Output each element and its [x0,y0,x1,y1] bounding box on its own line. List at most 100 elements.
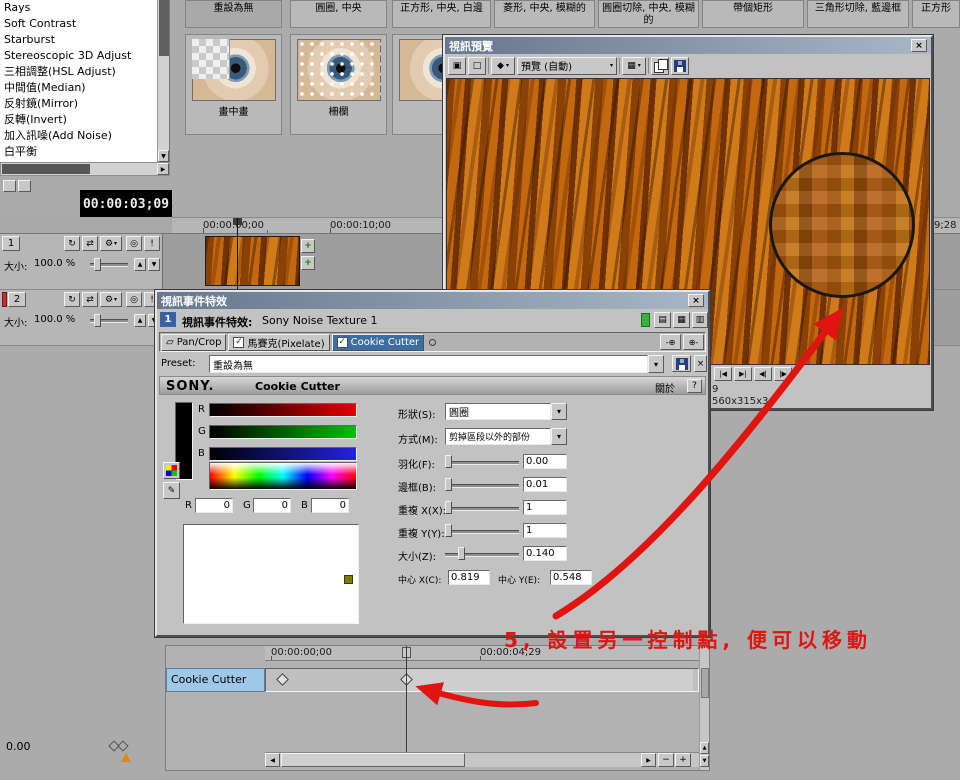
effects-list-item[interactable]: 中間值(Median) [0,80,169,96]
blue-slider[interactable] [209,447,357,461]
nudge-up-button[interactable]: ▲ [134,258,146,271]
checkbox-checked-icon[interactable]: ✓ [233,337,244,348]
project-video-button[interactable]: ▣ [448,57,466,75]
preset-cell[interactable]: 柵欄 [290,34,387,135]
timeline-cursor[interactable] [237,218,238,290]
track-settings-icon[interactable]: ⚙▾ [100,236,122,251]
center-x-field[interactable] [448,570,490,585]
layout-button-3[interactable]: ▥ [692,312,708,328]
preset-cell[interactable]: 正方形, 中央, 白邊 [392,0,491,28]
transport-step-fwd-button[interactable]: |▶ [774,367,792,381]
event-fx-icon[interactable]: + [301,256,315,270]
scroll-left-button[interactable]: ◀ [265,753,280,767]
track-motion-icon[interactable]: ↻ [64,236,80,251]
close-button[interactable]: × [911,39,927,52]
generated-media-icon[interactable]: + [301,239,315,253]
preset-cell[interactable]: 畫中畫 [185,34,282,135]
effects-list-item[interactable]: 三相調整(HSL Adjust) [0,64,169,80]
dropdown-button[interactable]: ▾ [648,355,664,373]
shape-dropdown[interactable]: 圓圈 ▾ [445,403,567,420]
repeat-y-slider-track[interactable] [445,530,519,534]
effects-list-item[interactable]: Rays [0,0,169,16]
preset-cell[interactable]: 正方形 [912,0,960,28]
plugin-chip-cookiecutter[interactable]: ✓Cookie Cutter [332,334,425,351]
preset-cell[interactable]: 帶個矩形 [702,0,804,28]
hscroll-thumb[interactable] [2,164,90,174]
preset-cell[interactable]: 重設為無 [185,0,282,28]
effects-list-item[interactable]: Starburst [0,32,169,48]
effects-vscrollbar[interactable]: ▼ [157,0,169,162]
effects-list-item[interactable]: 加入訊噪(Add Noise) [0,128,169,144]
preview-quality-dropdown[interactable]: 預覽 (自動)▾ [517,57,617,75]
preset-cell[interactable]: 菱形, 中央, 模糊的 [494,0,595,28]
track-number-badge[interactable]: 2 [8,292,26,307]
red-slider[interactable] [209,403,357,417]
effects-hscrollbar[interactable]: ▶ [0,162,170,176]
track-motion-icon[interactable]: ↻ [64,292,80,307]
repeat-y-slider-handle[interactable] [445,524,452,537]
repeat-x-slider-handle[interactable] [445,501,452,514]
preset-cell[interactable]: 三角形切除, 藍邊框 [807,0,909,28]
external-monitor-button[interactable]: □ [468,57,486,75]
timecode-display[interactable]: 00:00:03;09 [80,190,172,218]
hscroll-thumb[interactable] [281,753,465,767]
track-settings-icon[interactable]: ⚙▾ [100,292,122,307]
overlays-button[interactable]: ◆▾ [491,57,515,75]
toolbar-button[interactable] [3,180,16,192]
nudge-up-button[interactable]: ▲ [134,314,146,327]
feather-slider-track[interactable] [445,461,519,465]
track-size-slider-handle[interactable] [94,258,101,271]
copy-snapshot-button[interactable] [651,57,669,75]
vscroll-thumb[interactable] [159,0,169,56]
plugin-chip-pancrop[interactable]: ▱Pan/Crop [161,334,226,351]
keyframe-cursor[interactable] [406,646,407,752]
timeline-clip[interactable] [205,236,300,286]
marker-diamond-icon[interactable] [117,740,128,751]
border-value-field[interactable] [523,477,567,492]
center-position-pad[interactable] [183,524,359,624]
vscroll-thumb[interactable] [701,668,709,698]
green-value-field[interactable] [253,498,291,513]
scroll-down-button[interactable]: ▼ [700,755,709,767]
hue-gradient-picker[interactable] [209,462,357,490]
eyedropper-button[interactable]: ✎ [163,482,180,499]
zoom-out-button[interactable]: − [658,753,674,767]
scroll-right-button[interactable]: ▶ [641,753,656,767]
help-button[interactable]: ? [687,379,702,393]
track-mute-icon[interactable]: ◎ [126,292,142,307]
size-slider-track[interactable] [445,553,519,557]
border-slider-track[interactable] [445,484,519,488]
track-fx-icon[interactable]: ⇄ [82,292,98,307]
effects-list-item[interactable]: 反轉(Invert) [0,112,169,128]
preset-cell[interactable]: 圓圈切除, 中央, 模糊的 [598,0,699,28]
dropdown-button[interactable]: ▾ [551,428,567,445]
fx-dialog-titlebar[interactable]: 視訊事件特效 × [157,292,708,309]
track-mute-icon[interactable]: ◎ [126,236,142,251]
transport-step-back-button[interactable]: ◀| [754,367,772,381]
keyframe-hscroll[interactable]: ◀ ▶ − + [265,752,699,767]
about-link[interactable]: 關於 [655,380,675,395]
keyframe-lane[interactable] [265,668,699,692]
delete-preset-button[interactable]: × [694,355,707,372]
border-slider-handle[interactable] [445,478,452,491]
remove-plugin-button[interactable]: -⊕ [660,334,681,350]
save-preset-button[interactable] [672,355,691,372]
scroll-down-button[interactable]: ▼ [158,150,169,162]
method-dropdown[interactable]: 剪掉區段以外的部份 ▾ [445,428,567,445]
size-slider-handle[interactable] [458,547,465,560]
size-value-field[interactable] [523,546,567,561]
feather-slider-handle[interactable] [445,455,452,468]
effects-list-item[interactable]: 反射鏡(Mirror) [0,96,169,112]
track-number-badge[interactable]: 1 [2,236,20,251]
transport-next-button[interactable]: ▶| [734,367,752,381]
checkbox-checked-icon[interactable]: ✓ [337,337,348,348]
track-size-slider-handle[interactable] [94,314,101,327]
palette-button[interactable] [163,462,180,479]
grid-overlay-button[interactable]: ▦▾ [622,57,646,75]
transport-prev-button[interactable]: |◀ [714,367,732,381]
repeat-x-value-field[interactable] [523,500,567,515]
record-arm-indicator[interactable] [2,292,7,307]
effects-list-item[interactable]: Stereoscopic 3D Adjust [0,48,169,64]
scroll-up-button[interactable]: ▲ [700,742,709,754]
plugin-chip-pixelate[interactable]: ✓馬賽克(Pixelate) [228,334,329,351]
